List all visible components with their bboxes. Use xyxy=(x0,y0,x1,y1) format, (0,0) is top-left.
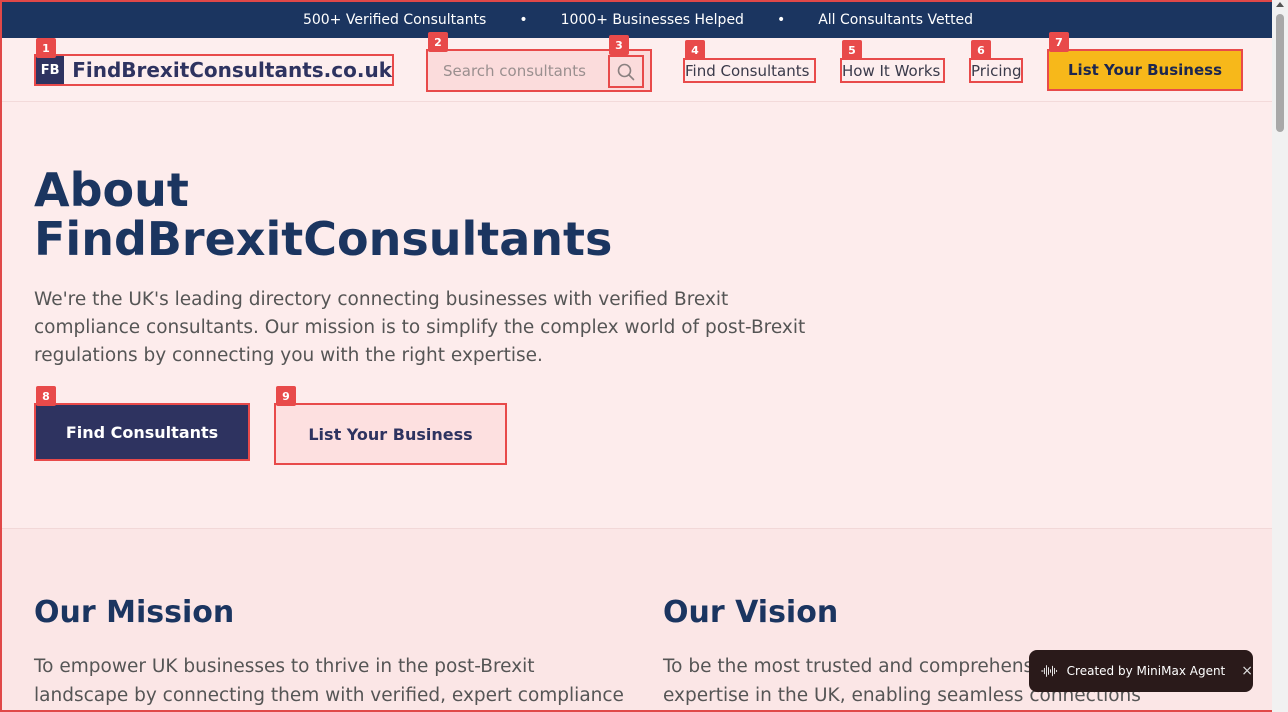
marker-badge: 6 xyxy=(971,40,991,60)
marker-badge: 1 xyxy=(36,38,56,58)
search-icon xyxy=(617,63,635,80)
nav-pricing[interactable]: Pricing xyxy=(969,58,1023,83)
list-your-business-button[interactable]: List Your Business xyxy=(274,403,507,465)
stat-businesses-helped: 1000+ Businesses Helped xyxy=(560,12,744,28)
scroll-up-arrow-icon[interactable] xyxy=(1276,2,1284,7)
search-button[interactable] xyxy=(608,55,644,88)
logo-mark: FB xyxy=(36,56,65,84)
search-input[interactable] xyxy=(428,61,600,80)
waveform-icon xyxy=(1041,665,1058,677)
stat-consultants-vetted: All Consultants Vetted xyxy=(818,12,974,28)
marker-badge: 7 xyxy=(1049,32,1069,52)
title-line-1: About xyxy=(34,163,189,217)
find-consultants-button[interactable]: Find Consultants xyxy=(34,403,250,461)
stat-verified-consultants: 500+ Verified Consultants xyxy=(302,12,487,28)
site-header: 1 FB FindBrexitConsultants.co.uk 2 3 4 F… xyxy=(2,32,1274,102)
marker-badge: 3 xyxy=(609,35,629,55)
mission-text: To empower UK businesses to thrive in th… xyxy=(34,656,624,706)
toast-text: Created by MiniMax Agent xyxy=(1066,664,1226,678)
site-logo[interactable]: FB FindBrexitConsultants.co.uk xyxy=(34,54,394,86)
separator: • xyxy=(519,12,528,28)
marker-badge: 5 xyxy=(842,40,862,60)
page-scrollbar[interactable] xyxy=(1272,0,1288,712)
hero-description: We're the UK's leading directory connect… xyxy=(34,289,806,366)
separator: • xyxy=(776,12,786,28)
nav-find-consultants[interactable]: Find Consultants xyxy=(683,58,816,83)
logo-text: FindBrexitConsultants.co.uk xyxy=(72,58,392,82)
vision-title: Our Vision xyxy=(663,595,839,630)
list-business-button[interactable]: List Your Business xyxy=(1047,49,1243,91)
marker-badge: 2 xyxy=(428,32,448,52)
mission-column: Our Mission To empower UK businesses to … xyxy=(34,595,624,710)
agent-credit-toast: Created by MiniMax Agent × xyxy=(1029,650,1253,692)
hero-section: About FindBrexitConsultants We're the UK… xyxy=(2,102,1274,529)
nav-how-it-works[interactable]: How It Works xyxy=(840,58,945,83)
announcement-bar: 500+ Verified Consultants • 1000+ Busine… xyxy=(2,2,1274,38)
close-icon[interactable]: × xyxy=(1241,663,1253,679)
page: 500+ Verified Consultants • 1000+ Busine… xyxy=(0,0,1288,712)
mission-title: Our Mission xyxy=(34,595,235,630)
marker-badge: 9 xyxy=(276,386,296,406)
page-title: About FindBrexitConsultants xyxy=(34,166,612,264)
title-line-2: FindBrexitConsultants xyxy=(34,212,613,266)
scrollbar-thumb[interactable] xyxy=(1276,14,1284,132)
marker-badge: 8 xyxy=(36,386,56,406)
search-bar xyxy=(426,49,652,92)
marker-badge: 4 xyxy=(685,40,705,60)
